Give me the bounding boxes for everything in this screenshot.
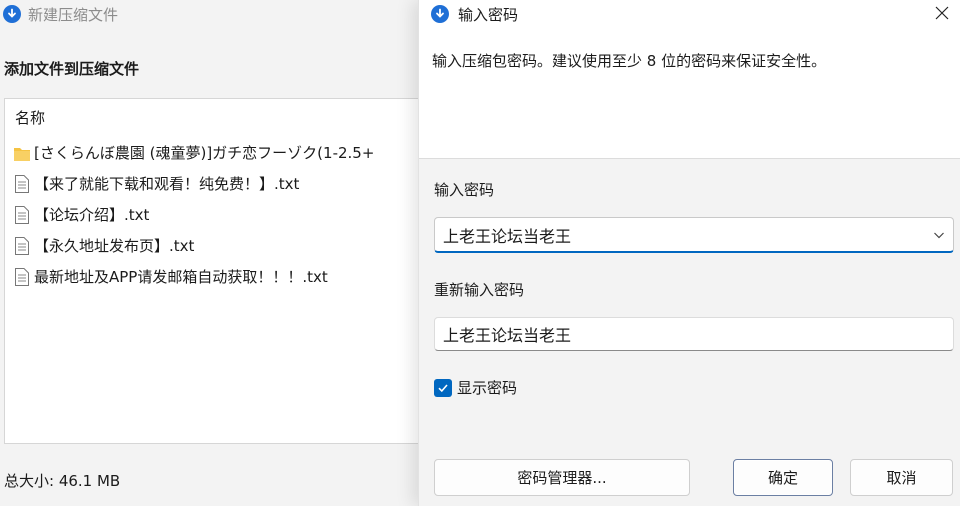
file-name: 【来了就能下载和观看！纯免费！】.txt [34,175,300,193]
close-button[interactable] [925,0,959,26]
ok-button[interactable]: 确定 [733,459,833,496]
file-name: 最新地址及APP请发邮箱自动获取！！！.txt [34,268,328,286]
password-dialog: 输入密码 输入压缩包密码。建议使用至少 8 位的密码来保证安全性。 输入密码 上… [418,0,960,506]
dialog-body: 输入密码 上老王论坛当老王 重新输入密码 上老王论坛当老王 显示密码 密码管理器… [419,158,960,506]
list-item[interactable]: 【永久地址发布页】.txt [14,230,374,261]
checkbox-checked-icon[interactable] [434,378,452,397]
close-icon [935,6,949,20]
dialog-title: 输入密码 [458,5,519,24]
total-size-text: 总大小: 46.1 MB [4,472,121,490]
list-item[interactable]: 最新地址及APP请发邮箱自动获取！！！.txt [14,261,374,292]
password-label: 输入密码 [434,181,495,199]
file-name: [さくらんぼ農園 (魂童夢)]ガチ恋フーゾク(1-2.5+ [34,144,375,162]
file-name: 【论坛介绍】.txt [34,206,150,224]
password-combobox[interactable]: 上老王论坛当老王 [434,217,954,253]
folder-icon [14,147,30,161]
background-window: 新建压缩文件 添加文件到压缩文件 名称 [さくらんぼ農園 (魂童夢)]ガチ恋フー… [0,0,434,506]
file-list: [さくらんぼ農園 (魂童夢)]ガチ恋フーゾク(1-2.5+ 【来了就能下载和观看… [14,137,374,292]
reenter-password-field[interactable]: 上老王论坛当老王 [434,317,954,351]
text-file-icon [15,174,29,193]
show-password-checkbox[interactable]: 显示密码 [434,377,517,398]
chevron-down-icon[interactable] [933,229,945,241]
list-item[interactable]: 【论坛介绍】.txt [14,199,374,230]
text-file-icon [15,205,29,224]
list-item[interactable]: 【来了就能下载和观看！纯免费！】.txt [14,168,374,199]
text-file-icon [15,236,29,255]
cancel-button[interactable]: 取消 [850,459,953,496]
file-name: 【永久地址发布页】.txt [34,237,195,255]
file-list-panel: 名称 [さくらんぼ農園 (魂童夢)]ガチ恋フーゾク(1-2.5+ 【来了就能下载… [4,98,434,444]
background-window-title: 新建压缩文件 [28,5,119,24]
app-logo-icon [431,5,449,23]
app-logo-icon [3,5,21,23]
password-manager-button[interactable]: 密码管理器... [434,459,690,496]
reenter-password-label: 重新输入密码 [434,281,525,299]
add-files-heading: 添加文件到压缩文件 [4,60,140,78]
dialog-description: 输入压缩包密码。建议使用至少 8 位的密码来保证安全性。 [432,52,827,70]
background-titlebar: 新建压缩文件 [0,0,430,28]
name-column-header[interactable]: 名称 [15,107,45,128]
text-file-icon [15,267,29,286]
list-item[interactable]: [さくらんぼ農園 (魂童夢)]ガチ恋フーゾク(1-2.5+ [14,137,374,168]
reenter-password-value: 上老王论坛当老王 [443,326,572,345]
password-value: 上老王论坛当老王 [443,226,572,246]
show-password-label: 显示密码 [457,379,518,397]
dialog-titlebar: 输入密码 [419,0,960,28]
